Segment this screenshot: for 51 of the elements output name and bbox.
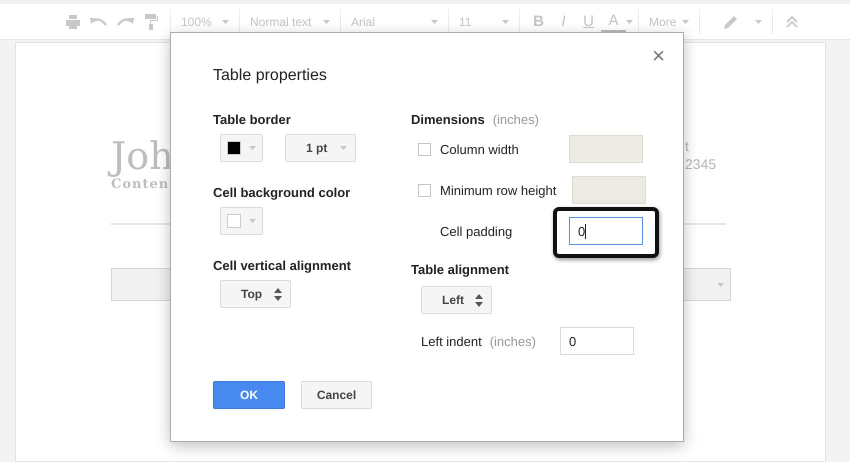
input-field[interactable]: 0 (560, 327, 634, 355)
more-dropdown[interactable]: More (645, 8, 693, 34)
vertical-alignment-select[interactable]: Top (220, 280, 291, 308)
dropdown-caret-icon[interactable] (717, 282, 724, 286)
ok-button[interactable]: OK (213, 381, 285, 409)
table-alignment-select[interactable]: Left (421, 286, 492, 314)
unit-label: (inches) (490, 334, 536, 348)
input-field[interactable]: 0 (569, 217, 643, 245)
color-picker-button[interactable] (220, 207, 263, 235)
cancel-button[interactable]: Cancel (301, 381, 372, 409)
bold-button[interactable]: B (526, 8, 551, 34)
section-heading: Dimensions (411, 112, 485, 126)
caret-icon[interactable] (682, 20, 689, 24)
up-down-arrows-icon[interactable] (475, 294, 483, 306)
up-down-arrows-icon[interactable] (274, 288, 282, 300)
dropdown-caret-icon[interactable] (249, 146, 256, 150)
caret-icon[interactable] (755, 20, 762, 24)
dropdown-caret-icon[interactable] (340, 146, 347, 150)
caret-icon[interactable] (222, 20, 229, 24)
font-size-dropdown[interactable]: 11 (455, 8, 513, 34)
print-icon[interactable] (65, 14, 81, 28)
section-heading: Table alignment (411, 262, 509, 276)
section-heading: Cell background color (213, 184, 350, 200)
document-subtitle: Conten (111, 177, 170, 192)
chevron-up-icon[interactable] (786, 16, 798, 28)
dialog-title: Table properties (213, 66, 327, 86)
close-button[interactable]: × (648, 45, 669, 67)
field-label: Minimum row height (440, 182, 556, 198)
section-heading: Cell vertical alignment (213, 258, 351, 272)
italic-button[interactable]: I (551, 8, 576, 34)
caret-icon[interactable] (502, 20, 509, 24)
font-dropdown[interactable]: Arial (347, 8, 442, 34)
field-label: Column width (440, 142, 519, 156)
border-width-dropdown[interactable]: 1 pt (285, 134, 356, 162)
pencil-icon[interactable] (724, 14, 738, 28)
document-text: 2345 (685, 155, 716, 173)
redo-icon[interactable] (116, 16, 134, 26)
paint-format-icon[interactable] (144, 14, 158, 30)
underline-button[interactable]: U (576, 8, 601, 34)
field-label: Cell padding (440, 224, 512, 238)
undo-icon[interactable] (90, 16, 108, 26)
document-text: t (685, 137, 689, 155)
section-heading: Table border (213, 112, 291, 126)
unit-label: (inches) (492, 112, 539, 126)
field-label: Left indent (421, 334, 482, 348)
caret-icon[interactable] (323, 20, 330, 24)
caret-icon[interactable] (431, 20, 438, 24)
color-picker-button[interactable] (220, 134, 263, 162)
style-dropdown[interactable]: Normal text (246, 8, 334, 34)
zoom-dropdown[interactable]: 100% (177, 8, 233, 34)
caret-icon[interactable] (626, 20, 633, 24)
